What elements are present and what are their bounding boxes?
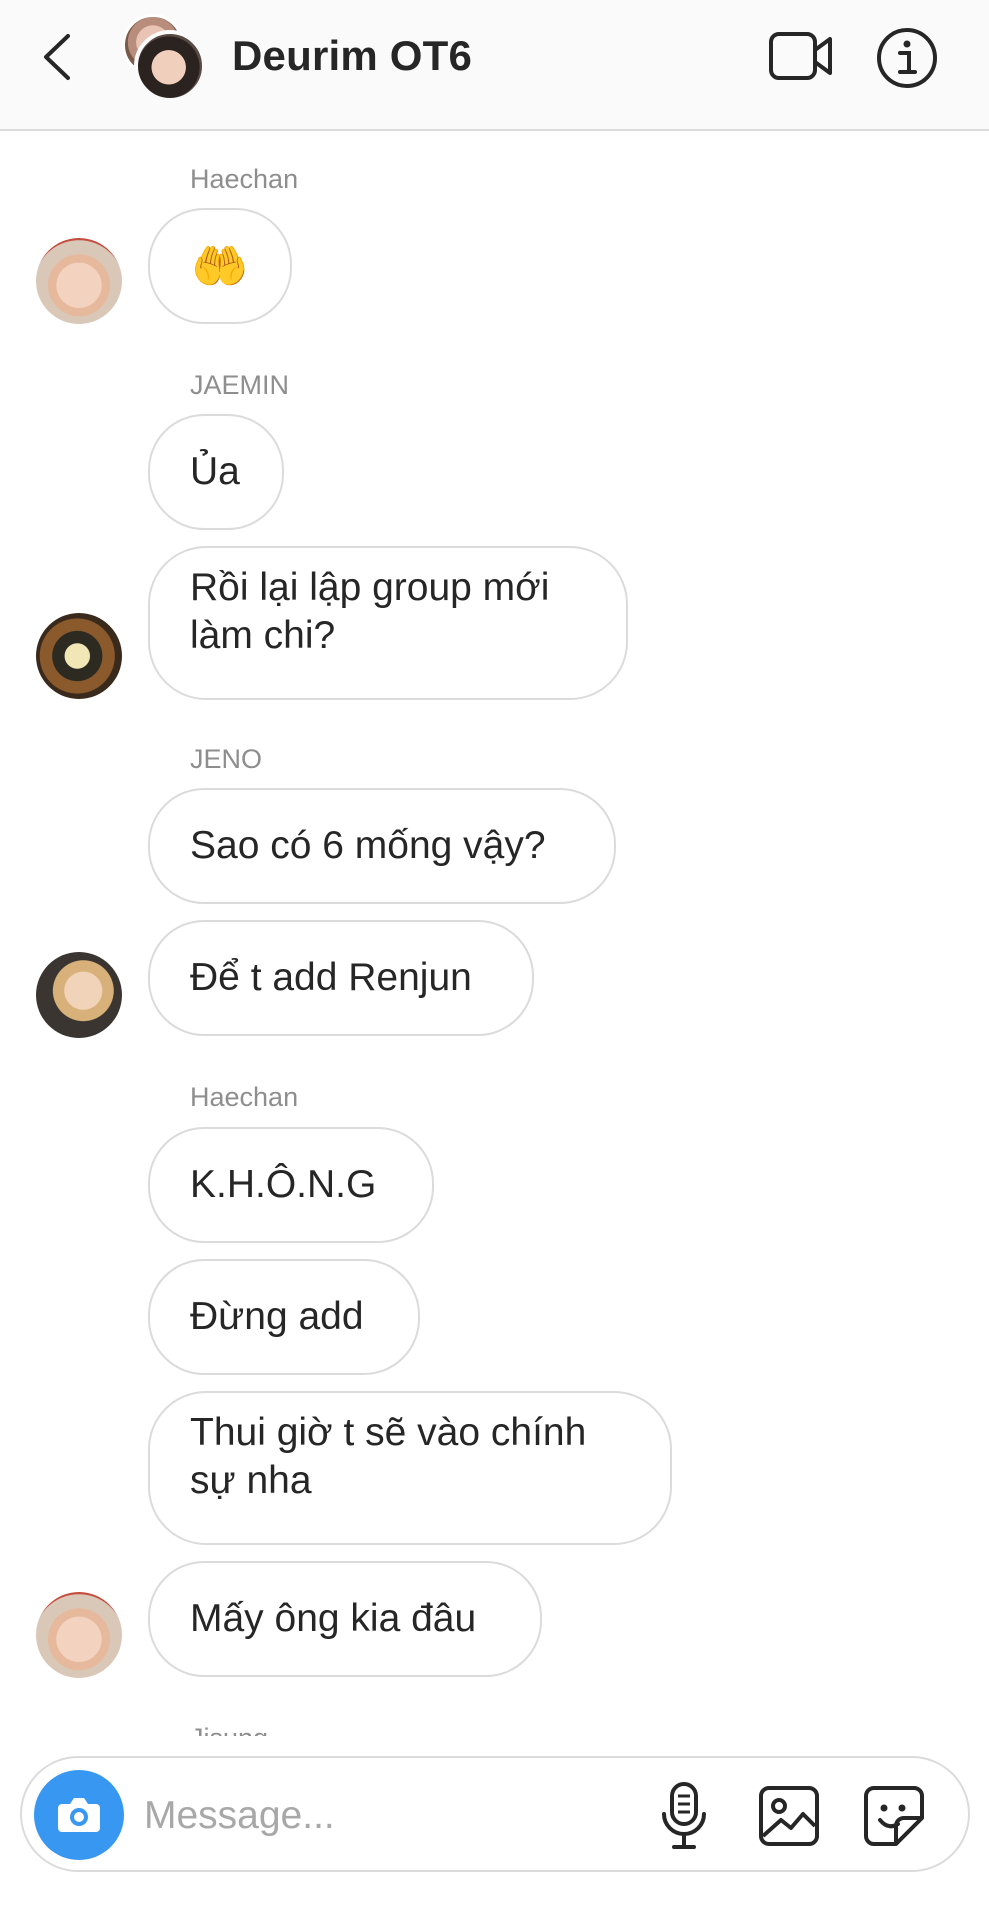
sticker-icon	[864, 1786, 924, 1846]
message-text: Để t add Renjun	[190, 956, 472, 999]
sender-name: JAEMIN	[190, 370, 290, 400]
avatar[interactable]	[36, 613, 122, 699]
message-bubble[interactable]: Ủa	[148, 414, 284, 530]
message-text: K.H.Ô.N.G	[190, 1163, 377, 1206]
camera-icon	[58, 1798, 100, 1832]
message-bubble[interactable]: Đừng add	[148, 1259, 420, 1375]
message-bubble[interactable]: K.H.Ô.N.G	[148, 1127, 434, 1243]
info-icon	[877, 28, 937, 88]
microphone-button[interactable]	[658, 1780, 710, 1852]
gallery-button[interactable]	[757, 1784, 821, 1848]
message-text: Rồi lại lập group mới làm chi?	[190, 566, 550, 657]
avatar[interactable]	[36, 238, 122, 324]
sender-name: Haechan	[190, 1082, 299, 1112]
avatar[interactable]	[36, 952, 122, 1038]
chevron-left-icon	[44, 34, 70, 80]
video-call-button[interactable]	[768, 30, 834, 82]
message-bubble[interactable]: Sao có 6 mống vậy?	[148, 788, 616, 904]
avatar[interactable]	[36, 1592, 122, 1678]
message-composer	[20, 1756, 970, 1872]
sticker-button[interactable]	[862, 1784, 926, 1848]
info-button[interactable]	[875, 26, 939, 90]
gallery-icon	[759, 1786, 819, 1846]
back-button[interactable]	[36, 30, 80, 84]
message-text: Ủa	[190, 450, 240, 493]
message-bubble[interactable]: 🤲	[148, 208, 292, 324]
message-input[interactable]	[142, 1780, 646, 1852]
message-bubble[interactable]: Thui giờ t sẽ vào chính sự nha	[148, 1391, 672, 1545]
sender-name: Haechan	[190, 164, 299, 194]
message-bubble[interactable]: Rồi lại lập group mới làm chi?	[148, 546, 628, 700]
message-text: Sao có 6 mống vậy?	[190, 824, 546, 867]
sender-name: JENO	[190, 744, 263, 774]
group-avatar-front	[134, 30, 206, 102]
sender-name-partial: Jisung	[190, 1722, 268, 1736]
message-bubble[interactable]: Để t add Renjun	[148, 920, 534, 1036]
message-text: Mấy ông kia đâu	[190, 1597, 477, 1640]
message-text: Thui giờ t sẽ vào chính sự nha	[190, 1411, 587, 1502]
video-camera-icon	[769, 32, 832, 80]
chat-header: Deurim OT6	[0, 0, 989, 131]
camera-button[interactable]	[34, 1770, 124, 1860]
microphone-icon	[662, 1782, 706, 1849]
message-bubble[interactable]: Mấy ông kia đâu	[148, 1561, 542, 1677]
group-avatar[interactable]	[118, 14, 210, 104]
chat-title[interactable]: Deurim OT6	[232, 28, 472, 84]
message-text: Đừng add	[190, 1295, 364, 1338]
palms-up-emoji: 🤲	[191, 240, 249, 292]
